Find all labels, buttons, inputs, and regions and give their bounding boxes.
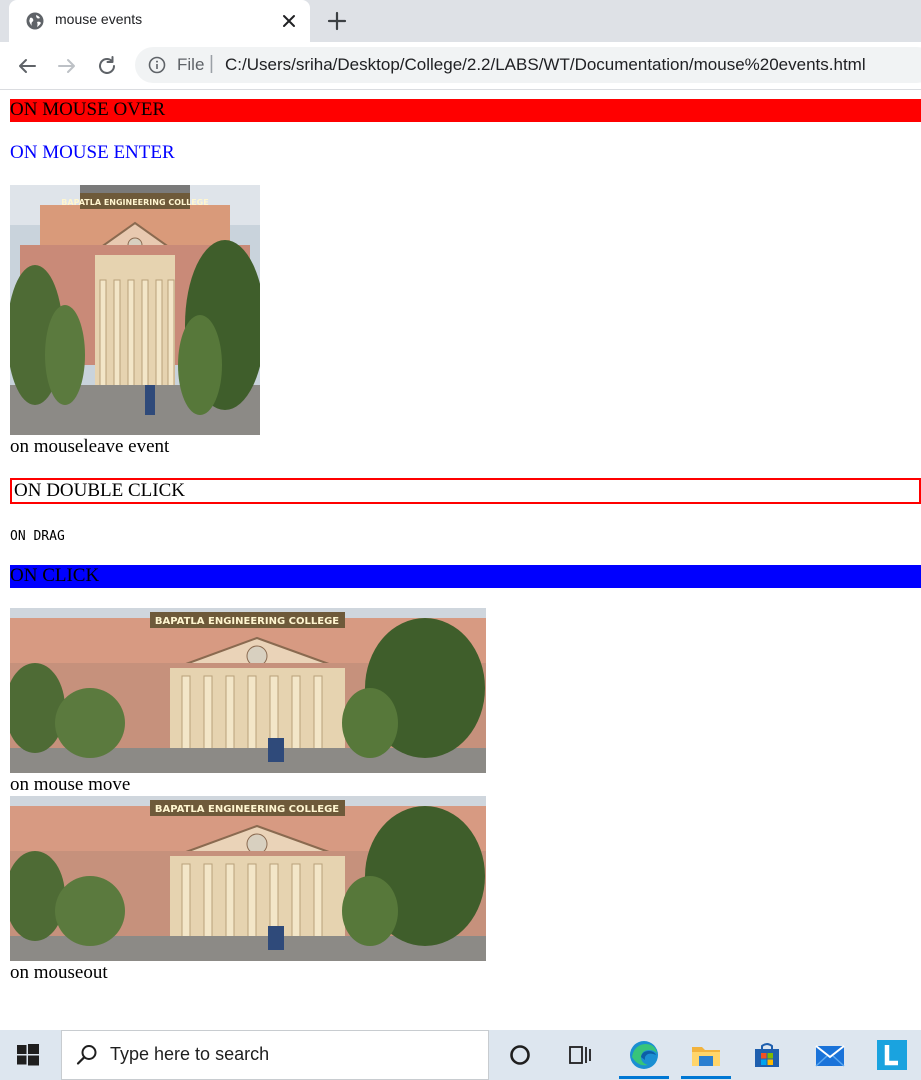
college-sign-text: BAPATLA ENGINEERING COLLEGE — [155, 616, 339, 627]
store-icon[interactable] — [752, 1040, 782, 1070]
browser-toolbar: File | C:/Users/sriha/Desktop/College/2.… — [0, 42, 921, 90]
app-l-icon[interactable] — [876, 1039, 908, 1071]
mail-icon[interactable] — [814, 1039, 846, 1071]
task-view-icon[interactable] — [565, 1040, 595, 1070]
explorer-active-indicator — [681, 1076, 731, 1079]
windows-start-icon[interactable] — [17, 1044, 39, 1066]
college-photo-mousemove[interactable]: BAPATLA ENGINEERING COLLEGE — [10, 608, 486, 773]
drag-text[interactable]: ON DRAG — [10, 526, 65, 548]
search-placeholder: Type here to search — [110, 1044, 270, 1064]
close-tab-icon[interactable] — [279, 11, 299, 31]
college-photo-mouseleave[interactable]: BAPATLA ENGINEERING COLLEGE — [10, 185, 260, 435]
scheme-label: File — [177, 55, 205, 74]
edge-active-indicator — [619, 1076, 669, 1079]
info-icon[interactable] — [148, 56, 166, 74]
new-tab-icon[interactable] — [326, 10, 348, 32]
tab-title: mouse events — [55, 11, 143, 27]
cortana-icon[interactable] — [505, 1040, 535, 1070]
double-click-box[interactable]: ON DOUBLE CLICK — [10, 478, 921, 504]
back-arrow-icon[interactable] — [15, 54, 39, 78]
scheme-separator: | — [209, 53, 214, 74]
address-bar[interactable]: File | C:/Users/sriha/Desktop/College/2.… — [135, 47, 921, 83]
mouse-enter-text[interactable]: ON MOUSE ENTER — [10, 142, 175, 164]
college-photo-mouseout[interactable]: BAPATLA ENGINEERING COLLEGE — [10, 796, 486, 961]
edge-icon[interactable] — [628, 1039, 660, 1071]
mouseleave-caption: on mouseleave event — [10, 436, 170, 457]
taskbar-search-box[interactable]: Type here to search — [61, 1030, 489, 1080]
mouseout-caption: on mouseout — [10, 962, 108, 983]
reload-icon[interactable] — [95, 54, 119, 78]
url-text[interactable]: C:/Users/sriha/Desktop/College/2.2/LABS/… — [225, 55, 866, 75]
click-bar[interactable]: ON CLICK — [10, 565, 921, 588]
globe-icon — [26, 12, 44, 30]
forward-arrow-icon[interactable] — [55, 54, 79, 78]
mousemove-caption: on mouse move — [10, 774, 131, 795]
college-sign-text: BAPATLA ENGINEERING COLLEGE — [155, 804, 339, 815]
tab-strip: mouse events — [0, 0, 921, 42]
page-content: ON MOUSE OVER ON MOUSE ENTER BAPATLA ENG… — [10, 90, 921, 1030]
search-icon — [76, 1045, 97, 1065]
file-explorer-icon[interactable] — [690, 1039, 722, 1071]
taskbar: Type here to search — [0, 1030, 921, 1080]
college-sign-text: BAPATLA ENGINEERING COLLEGE — [61, 198, 208, 207]
tab-mouse-events[interactable]: mouse events — [9, 0, 310, 42]
mouse-over-text[interactable]: ON MOUSE OVER — [10, 99, 921, 122]
